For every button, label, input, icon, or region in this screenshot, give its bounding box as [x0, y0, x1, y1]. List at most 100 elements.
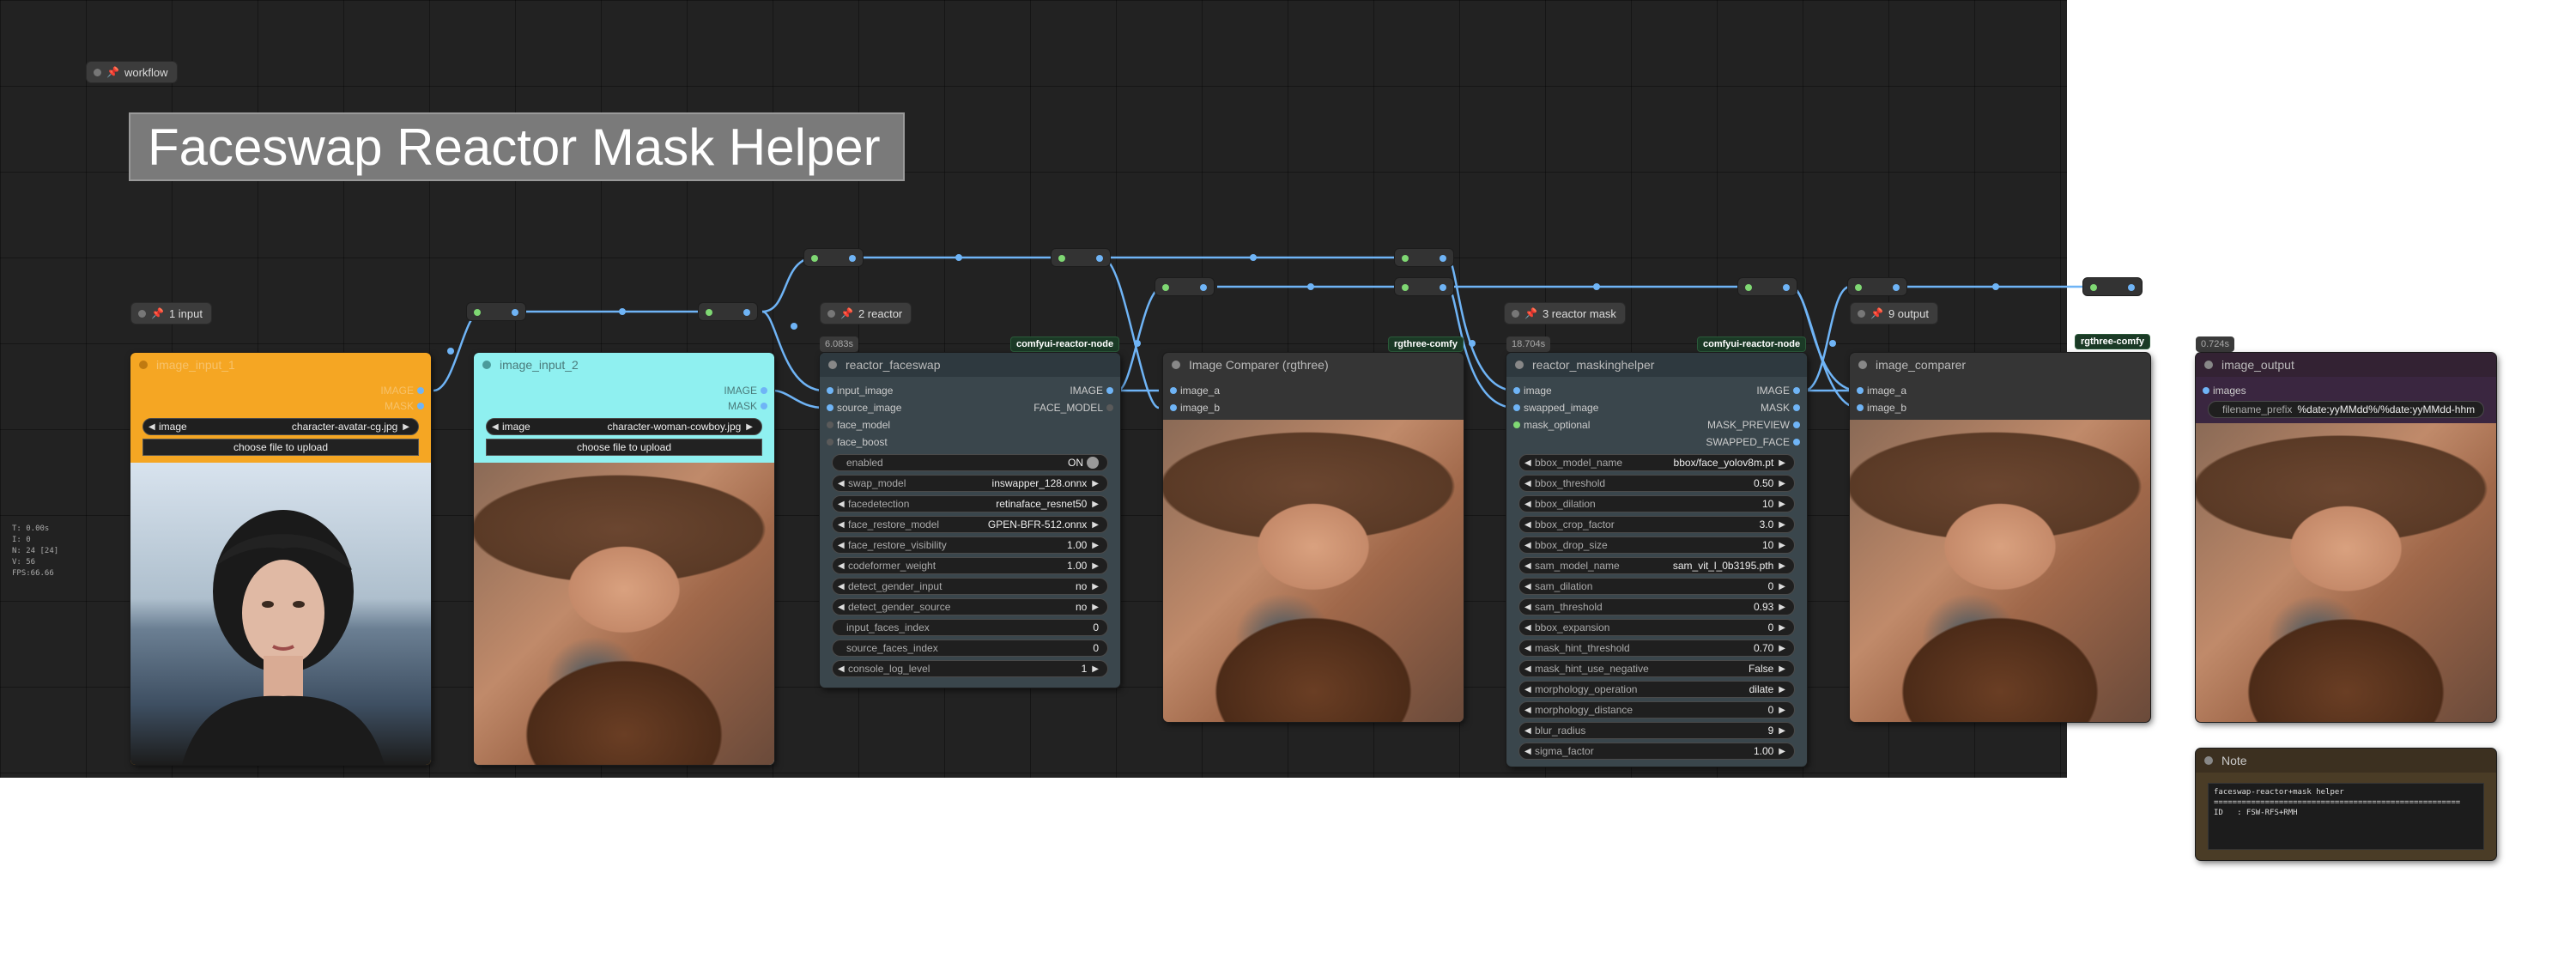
- arrow-right-icon[interactable]: ▶: [1779, 747, 1785, 756]
- widget-sam-model-name[interactable]: ◀ sam_model_name sam_vit_l_0b3195.pth ▶: [1518, 557, 1795, 574]
- output-slot-mask[interactable]: MASK: [130, 397, 431, 415]
- node-image-comparer[interactable]: image_comparer image_a image_b: [1850, 353, 2150, 722]
- toggle-enabled[interactable]: enabled ON: [832, 454, 1108, 471]
- widget-morphology-operation[interactable]: ◀ morphology_operation dilate ▶: [1518, 681, 1795, 698]
- widget-mask-hint-threshold[interactable]: ◀ mask_hint_threshold 0.70 ▶: [1518, 640, 1795, 657]
- output-slot-swapped-face[interactable]: SWAPPED_FACE: [1506, 433, 1807, 451]
- widget-sam-threshold[interactable]: ◀ sam_threshold 0.93 ▶: [1518, 598, 1795, 615]
- image-select-widget[interactable]: ◀ image character-woman-cowboy.jpg ▶: [486, 418, 762, 435]
- reroute-node[interactable]: [1847, 277, 1907, 296]
- input-slot-face-model[interactable]: face_model: [820, 416, 1120, 433]
- widget-bbox-model-name[interactable]: ◀ bbox_model_name bbox/face_yolov8m.pt ▶: [1518, 454, 1795, 471]
- reroute-node[interactable]: [698, 302, 758, 321]
- arrow-right-icon[interactable]: ▶: [1779, 644, 1785, 653]
- widget-sigma-factor[interactable]: ◀ sigma_factor 1.00 ▶: [1518, 743, 1795, 760]
- group-input[interactable]: 📌 1 input: [130, 302, 212, 324]
- note-textarea[interactable]: faceswap-reactor+mask helper ===========…: [2208, 783, 2484, 850]
- toggle-icon[interactable]: [1087, 457, 1099, 469]
- arrow-right-icon[interactable]: ▶: [1092, 582, 1099, 591]
- arrow-right-icon[interactable]: ▶: [1092, 500, 1099, 509]
- widget-bbox-drop-size[interactable]: ◀ bbox_drop_size 10 ▶: [1518, 537, 1795, 554]
- node-image-comparer-rgthree[interactable]: Image Comparer (rgthree) image_a image_b: [1163, 353, 1464, 722]
- group-output[interactable]: 📌 9 output: [1850, 302, 1938, 324]
- arrow-left-icon[interactable]: ◀: [148, 422, 159, 432]
- arrow-right-icon[interactable]: ▶: [403, 422, 409, 432]
- widget-bbox-expansion[interactable]: ◀ bbox_expansion 0 ▶: [1518, 619, 1795, 636]
- arrow-left-icon[interactable]: ◀: [1524, 726, 1535, 736]
- widget-face-restore-model[interactable]: ◀ face_restore_model GPEN-BFR-512.onnx ▶: [832, 516, 1108, 533]
- output-slot-face-model[interactable]: FACE_MODEL: [820, 399, 1120, 416]
- arrow-left-icon[interactable]: ◀: [1524, 747, 1535, 756]
- arrow-left-icon[interactable]: ◀: [838, 561, 848, 571]
- arrow-right-icon[interactable]: ▶: [1092, 561, 1099, 571]
- widget-source-faces-index[interactable]: source_faces_index 0: [832, 640, 1108, 657]
- arrow-right-icon[interactable]: ▶: [1092, 479, 1099, 488]
- widget-bbox-threshold[interactable]: ◀ bbox_threshold 0.50 ▶: [1518, 475, 1795, 492]
- reroute-node[interactable]: [466, 302, 526, 321]
- widget-face-restore-visibility[interactable]: ◀ face_restore_visibility 1.00 ▶: [832, 537, 1108, 554]
- node-image-input-1[interactable]: image_input_1 IMAGE MASK ◀ image charact…: [130, 353, 431, 765]
- output-slot-mask-preview[interactable]: MASK_PREVIEW: [1506, 416, 1807, 433]
- node-reactor-maskinghelper[interactable]: reactor_maskinghelper image swapped_imag…: [1506, 353, 1807, 767]
- widget-detect-gender-source[interactable]: ◀ detect_gender_source no ▶: [832, 598, 1108, 615]
- input-slot-face-boost[interactable]: face_boost: [820, 433, 1120, 451]
- input-slot-image-b[interactable]: image_b: [1850, 399, 2150, 416]
- group-reactor[interactable]: 📌 2 reactor: [820, 302, 912, 324]
- reroute-node[interactable]: [1051, 248, 1111, 267]
- output-slot-mask[interactable]: MASK: [1506, 399, 1807, 416]
- output-slot-image[interactable]: IMAGE: [820, 382, 1120, 399]
- arrow-right-icon[interactable]: ▶: [746, 422, 753, 432]
- arrow-left-icon[interactable]: ◀: [1524, 644, 1535, 653]
- node-note[interactable]: Note faceswap-reactor+mask helper ======…: [2196, 749, 2496, 860]
- node-reactor-faceswap[interactable]: reactor_faceswap input_image source_imag…: [820, 353, 1120, 688]
- reroute-node[interactable]: [1394, 277, 1454, 296]
- widget-mask-hint-use-negative[interactable]: ◀ mask_hint_use_negative False ▶: [1518, 660, 1795, 677]
- arrow-left-icon[interactable]: ◀: [1524, 561, 1535, 571]
- arrow-left-icon[interactable]: ◀: [1524, 541, 1535, 550]
- input-slot-image-a[interactable]: image_a: [1163, 382, 1464, 399]
- input-slot-images[interactable]: images: [2196, 382, 2496, 399]
- input-slot-image-b[interactable]: image_b: [1163, 399, 1464, 416]
- arrow-right-icon[interactable]: ▶: [1779, 500, 1785, 509]
- arrow-right-icon[interactable]: ▶: [1092, 664, 1099, 674]
- reroute-node[interactable]: [1155, 277, 1215, 296]
- arrow-right-icon[interactable]: ▶: [1092, 520, 1099, 530]
- widget-bbox-crop-factor[interactable]: ◀ bbox_crop_factor 3.0 ▶: [1518, 516, 1795, 533]
- arrow-left-icon[interactable]: ◀: [838, 541, 848, 550]
- arrow-left-icon[interactable]: ◀: [1524, 458, 1535, 468]
- arrow-left-icon[interactable]: ◀: [1524, 582, 1535, 591]
- arrow-right-icon[interactable]: ▶: [1779, 541, 1785, 550]
- widget-filename-prefix[interactable]: filename_prefix %date:yyMMdd%/%date:yyMM…: [2208, 401, 2484, 418]
- widget-console-log-level[interactable]: ◀ console_log_level 1 ▶: [832, 660, 1108, 677]
- arrow-left-icon[interactable]: ◀: [1524, 623, 1535, 633]
- output-slot-image[interactable]: IMAGE: [130, 382, 431, 399]
- node-image-output[interactable]: image_output images filename_prefix %dat…: [2196, 353, 2496, 722]
- arrow-left-icon[interactable]: ◀: [838, 479, 848, 488]
- arrow-right-icon[interactable]: ▶: [1779, 623, 1785, 633]
- workflow-group-label[interactable]: 📌 workflow: [86, 61, 178, 83]
- arrow-right-icon[interactable]: ▶: [1779, 603, 1785, 612]
- arrow-right-icon[interactable]: ▶: [1779, 664, 1785, 674]
- arrow-left-icon[interactable]: ◀: [838, 603, 848, 612]
- widget-bbox-dilation[interactable]: ◀ bbox_dilation 10 ▶: [1518, 495, 1795, 512]
- arrow-left-icon[interactable]: ◀: [838, 520, 848, 530]
- group-reactor-mask[interactable]: 📌 3 reactor mask: [1504, 302, 1626, 324]
- arrow-left-icon[interactable]: ◀: [1524, 685, 1535, 694]
- output-slot-image[interactable]: IMAGE: [1506, 382, 1807, 399]
- arrow-left-icon[interactable]: ◀: [492, 422, 502, 432]
- arrow-right-icon[interactable]: ▶: [1779, 685, 1785, 694]
- comparer-image[interactable]: [1163, 420, 1464, 722]
- arrow-right-icon[interactable]: ▶: [1779, 582, 1785, 591]
- arrow-right-icon[interactable]: ▶: [1779, 458, 1785, 468]
- widget-facedetection[interactable]: ◀ facedetection retinaface_resnet50 ▶: [832, 495, 1108, 512]
- widget-sam-dilation[interactable]: ◀ sam_dilation 0 ▶: [1518, 578, 1795, 595]
- arrow-left-icon[interactable]: ◀: [838, 664, 848, 674]
- widget-input-faces-index[interactable]: input_faces_index 0: [832, 619, 1108, 636]
- arrow-left-icon[interactable]: ◀: [1524, 706, 1535, 715]
- arrow-left-icon[interactable]: ◀: [1524, 479, 1535, 488]
- arrow-right-icon[interactable]: ▶: [1092, 603, 1099, 612]
- arrow-left-icon[interactable]: ◀: [1524, 603, 1535, 612]
- widget-morphology-distance[interactable]: ◀ morphology_distance 0 ▶: [1518, 701, 1795, 718]
- image-select-widget[interactable]: ◀ image character-avatar-cg.jpg ▶: [142, 418, 419, 435]
- arrow-right-icon[interactable]: ▶: [1779, 479, 1785, 488]
